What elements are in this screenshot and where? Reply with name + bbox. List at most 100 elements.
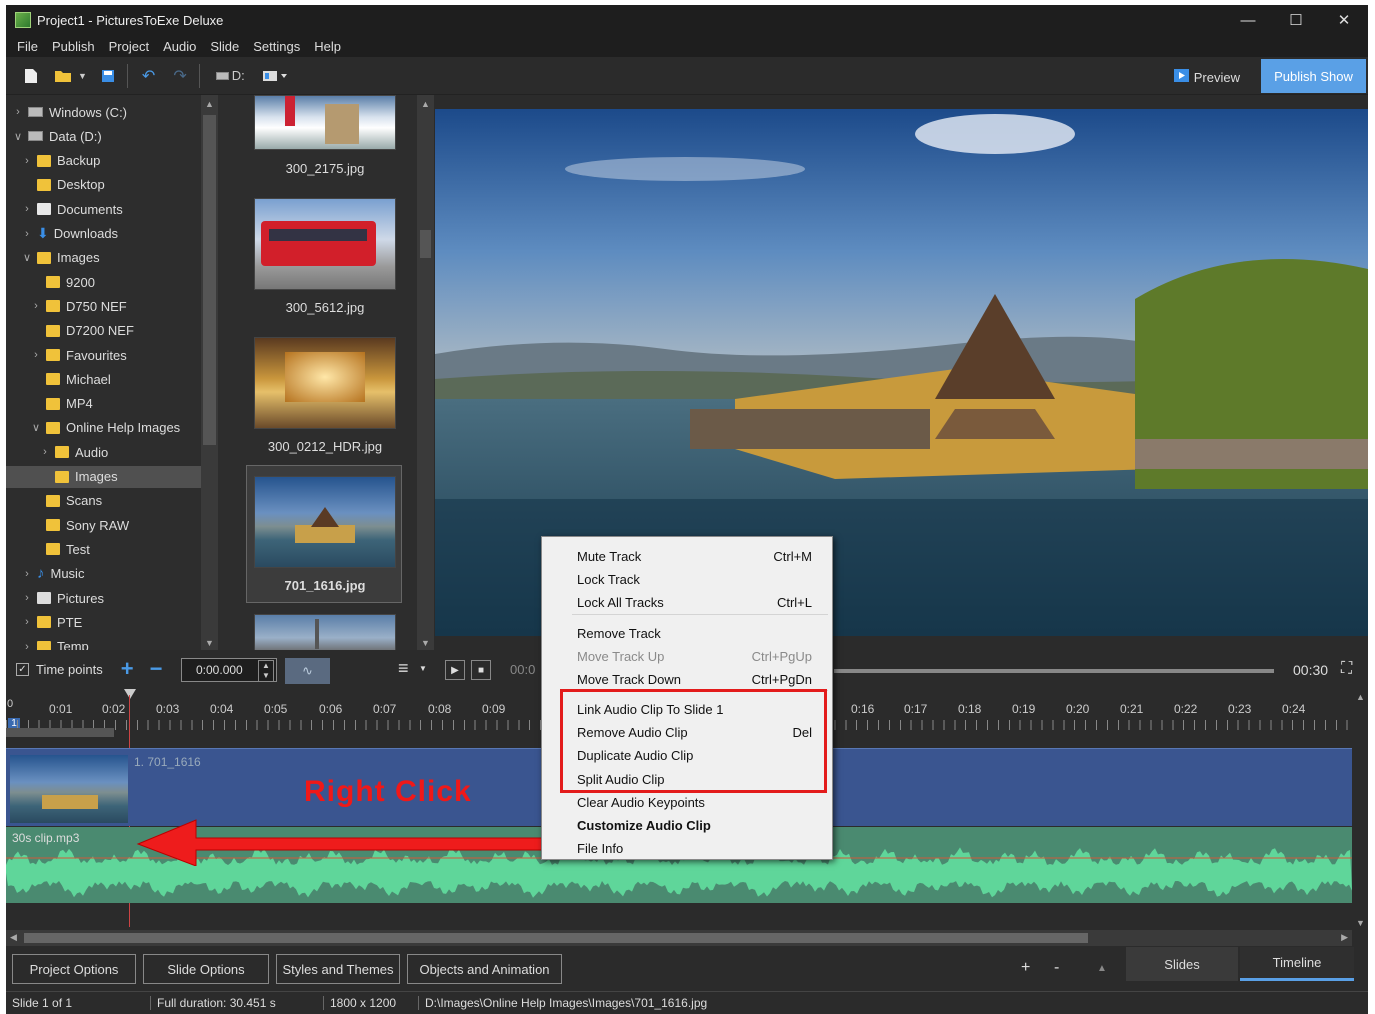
- tree-item[interactable]: D7200 NEF: [6, 320, 201, 342]
- stop-icon[interactable]: ■: [471, 660, 491, 680]
- timepoints-checkbox[interactable]: ✓: [16, 662, 29, 676]
- scroll-up-icon[interactable]: ▲: [205, 99, 214, 109]
- tree-item[interactable]: › Audio: [6, 441, 201, 463]
- scroll-up-icon[interactable]: ▲: [421, 99, 430, 109]
- playback-position-slider[interactable]: [834, 669, 1274, 673]
- play-icon[interactable]: ▶: [445, 660, 465, 680]
- close-icon[interactable]: ✕: [1320, 5, 1368, 35]
- tree-item[interactable]: ∨ Images: [6, 247, 201, 269]
- context-menu-item[interactable]: Clear Audio Keypoints: [577, 792, 812, 812]
- scroll-left-icon[interactable]: ◀: [10, 932, 17, 943]
- tree-item[interactable]: ∨ Online Help Images: [6, 417, 201, 439]
- tree-scrollbar[interactable]: ▲ ▼: [201, 95, 218, 650]
- menu-project[interactable]: Project: [102, 39, 156, 54]
- thumbnail-image[interactable]: [254, 337, 396, 429]
- thumbnail-image-selected[interactable]: [254, 476, 396, 568]
- slide-options-button[interactable]: Slide Options: [143, 954, 269, 984]
- add-icon[interactable]: +: [121, 656, 134, 682]
- scroll-right-icon[interactable]: ▶: [1341, 932, 1348, 943]
- chevron-down-icon[interactable]: ∨: [30, 421, 42, 434]
- menu-slide[interactable]: Slide: [203, 39, 246, 54]
- thumbnail-image[interactable]: [254, 95, 396, 150]
- tree-item[interactable]: › ♪ Music: [6, 563, 201, 585]
- chevron-right-icon[interactable]: ›: [30, 349, 42, 361]
- chevron-right-icon[interactable]: ›: [21, 592, 33, 604]
- waveform-toggle-button[interactable]: ∿: [285, 658, 330, 684]
- tree-item[interactable]: Images: [6, 465, 201, 488]
- chevron-right-icon[interactable]: ›: [39, 446, 51, 458]
- thumbnail-scrollbar[interactable]: ▲ ▼: [417, 95, 434, 650]
- context-menu-item[interactable]: Mute Track Ctrl+M: [577, 546, 812, 566]
- timeline-hscroll[interactable]: ◀ ▶: [6, 930, 1352, 946]
- objects-and-animation-button[interactable]: Objects and Animation: [407, 954, 562, 984]
- slide-clip-thumbnail[interactable]: [10, 755, 128, 823]
- tree-item[interactable]: Test: [6, 538, 201, 560]
- playhead-icon[interactable]: [124, 689, 136, 699]
- tree-item[interactable]: › Backup: [6, 150, 201, 172]
- chevron-right-icon[interactable]: ›: [21, 616, 33, 628]
- scroll-down-icon[interactable]: ▼: [205, 638, 214, 648]
- tab-timeline[interactable]: Timeline: [1240, 947, 1354, 981]
- undo-icon[interactable]: ↶: [142, 64, 155, 88]
- chevron-right-icon[interactable]: ›: [21, 641, 33, 650]
- menu-icon[interactable]: ≡: [398, 658, 409, 679]
- add-slide-icon[interactable]: +: [1021, 959, 1030, 977]
- menu-settings[interactable]: Settings: [246, 39, 307, 54]
- remove-icon[interactable]: −: [150, 656, 163, 682]
- thumbnail-image[interactable]: [254, 198, 396, 290]
- context-menu-item[interactable]: Move Track Down Ctrl+PgDn: [577, 669, 812, 689]
- remove-slide-icon[interactable]: -: [1054, 959, 1059, 977]
- tree-item[interactable]: Sony RAW: [6, 514, 201, 536]
- chevron-right-icon[interactable]: ›: [21, 228, 33, 240]
- chevron-down-icon[interactable]: ∨: [12, 130, 24, 143]
- menu-help[interactable]: Help: [307, 39, 348, 54]
- tree-item[interactable]: MP4: [6, 393, 201, 415]
- tab-slides[interactable]: Slides: [1126, 947, 1238, 981]
- chevron-right-icon[interactable]: ›: [21, 568, 33, 580]
- tree-item[interactable]: 9200: [6, 271, 201, 293]
- context-menu-item[interactable]: Customize Audio Clip: [577, 815, 812, 835]
- maximize-icon[interactable]: ☐: [1272, 5, 1320, 35]
- timeline-vscroll[interactable]: ▲ ▼: [1352, 690, 1368, 930]
- tree-item[interactable]: › D750 NEF: [6, 295, 201, 317]
- chevron-right-icon[interactable]: ›: [12, 106, 24, 118]
- tree-item[interactable]: Michael: [6, 368, 201, 390]
- redo-icon[interactable]: ↷: [173, 64, 186, 88]
- context-menu-item[interactable]: Lock All Tracks Ctrl+L: [577, 592, 812, 612]
- tree-scroll-thumb[interactable]: [203, 115, 216, 445]
- scroll-down-icon[interactable]: ▼: [421, 638, 430, 648]
- save-icon[interactable]: [101, 64, 115, 88]
- view-mode-icon[interactable]: [262, 64, 287, 88]
- tree-item[interactable]: › Favourites: [6, 344, 201, 366]
- new-file-icon[interactable]: [24, 64, 38, 88]
- chevron-right-icon[interactable]: ›: [21, 155, 33, 167]
- publish-show-button[interactable]: Publish Show: [1261, 59, 1366, 93]
- scroll-up-icon[interactable]: ▲: [1356, 692, 1365, 702]
- fullscreen-icon[interactable]: ⛶: [1341, 660, 1352, 678]
- open-folder-icon[interactable]: [54, 64, 72, 88]
- chevron-right-icon[interactable]: ›: [21, 203, 33, 215]
- tree-item[interactable]: › Windows (C:): [6, 101, 201, 123]
- project-options-button[interactable]: Project Options: [12, 954, 136, 984]
- thumbnail-scroll-thumb[interactable]: [420, 230, 431, 258]
- thumbnail-image[interactable]: [254, 614, 396, 650]
- tree-item[interactable]: › Pictures: [6, 587, 201, 609]
- context-menu-item[interactable]: Remove Track: [577, 623, 812, 643]
- styles-and-themes-button[interactable]: Styles and Themes: [276, 954, 400, 984]
- tree-item[interactable]: Desktop: [6, 174, 201, 196]
- menu-audio[interactable]: Audio: [156, 39, 203, 54]
- drive-selector[interactable]: D:: [215, 64, 245, 88]
- tree-item[interactable]: Scans: [6, 490, 201, 512]
- preview-button[interactable]: Preview: [1173, 65, 1240, 89]
- collapse-icon[interactable]: ▲: [1097, 963, 1107, 974]
- tree-item[interactable]: › Temp: [6, 636, 201, 650]
- menu-publish[interactable]: Publish: [45, 39, 102, 54]
- menu-file[interactable]: File: [10, 39, 45, 54]
- timeline-scroll-thumb[interactable]: [24, 933, 1088, 943]
- menu-dropdown-icon[interactable]: ▼: [419, 664, 427, 673]
- minimize-icon[interactable]: —: [1224, 5, 1272, 35]
- chevron-down-icon[interactable]: ∨: [21, 251, 33, 264]
- tree-item[interactable]: › PTE: [6, 611, 201, 633]
- tree-item[interactable]: › Documents: [6, 198, 201, 220]
- context-menu-item[interactable]: File Info: [577, 838, 812, 858]
